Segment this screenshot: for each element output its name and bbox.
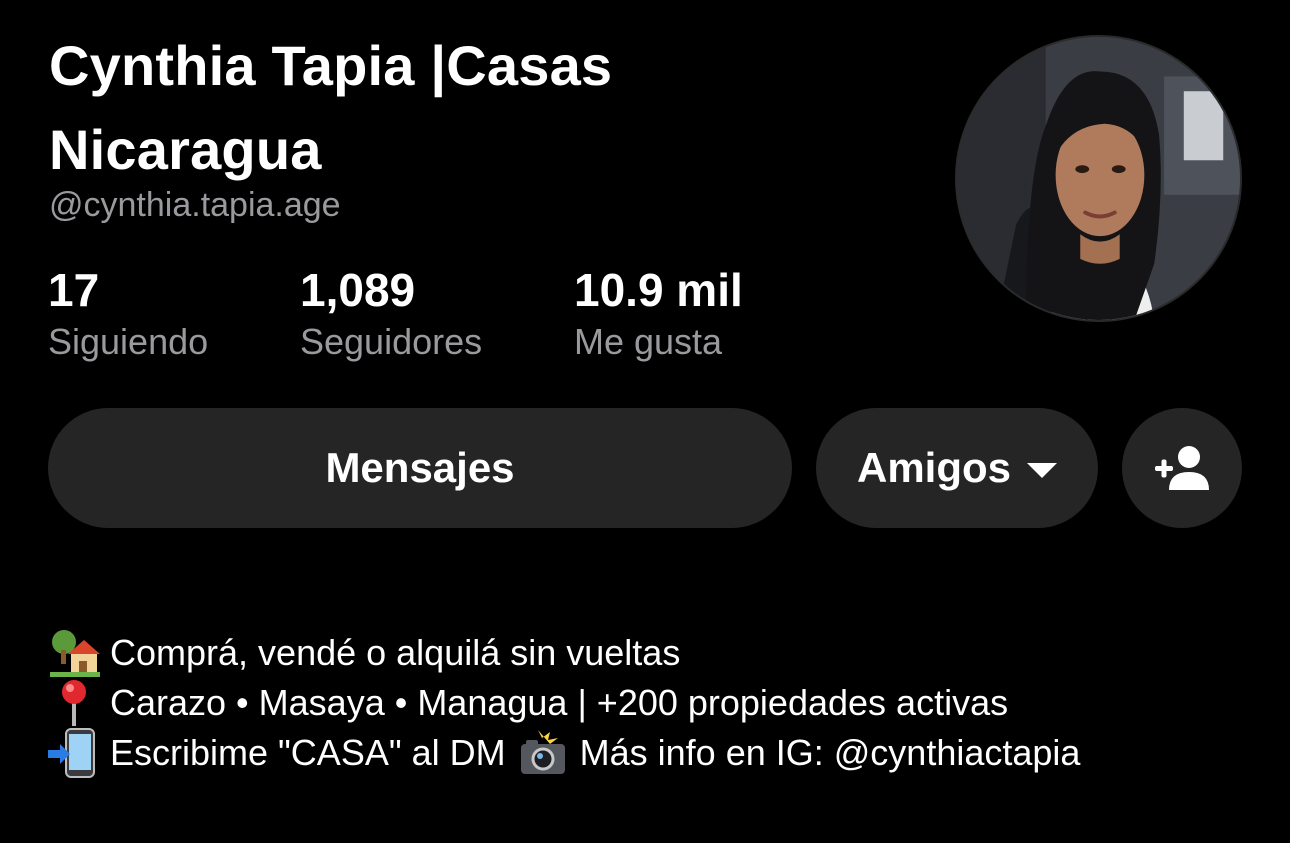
profile-bio: Comprá, vendé o alquilá sin vueltas Cara… (48, 628, 1080, 778)
add-person-icon (1155, 446, 1209, 490)
bio-line-1: Comprá, vendé o alquilá sin vueltas (48, 628, 1080, 678)
stat-likes[interactable]: 10.9 mil Me gusta (574, 262, 743, 364)
messages-button-label: Mensajes (325, 444, 515, 491)
profile-header: Cynthia Tapia |Casas Nicaragua @cynthia.… (0, 0, 1290, 843)
bio-line-3-text-before: Escribime "CASA" al DM (110, 732, 506, 773)
bio-line-1-text: Comprá, vendé o alquilá sin vueltas (110, 632, 681, 673)
profile-photo (957, 37, 1240, 320)
stat-likes-label: Me gusta (574, 321, 723, 362)
stat-followers-label: Seguidores (300, 321, 483, 362)
stat-following-label: Siguiendo (48, 321, 209, 362)
mobile-phone-with-arrow-icon (48, 728, 100, 778)
profile-username: @cynthia.tapia.age (49, 186, 341, 224)
stat-followers-value: 1,089 (300, 264, 416, 316)
bio-line-2-text: Carazo • Masaya • Managua | +200 propied… (110, 682, 1009, 723)
friends-dropdown-button[interactable]: Amigos (816, 408, 1098, 528)
stat-followers[interactable]: 1,089 Seguidores (300, 262, 482, 364)
house-with-garden-icon (48, 628, 100, 678)
bio-line-2: Carazo • Masaya • Managua | +200 propied… (48, 678, 1080, 728)
stat-following-value: 17 (48, 264, 100, 316)
stat-following[interactable]: 17 Siguiendo (48, 262, 208, 364)
caret-down-icon (1027, 462, 1057, 478)
friends-button-label: Amigos (856, 444, 1011, 491)
bio-line-3: Escribime "CASA" al DM Más info en IG: @… (48, 728, 1080, 778)
profile-display-name: Cynthia Tapia |Casas Nicaragua (49, 34, 613, 181)
avatar[interactable] (955, 35, 1242, 322)
messages-button[interactable]: Mensajes (48, 408, 792, 528)
stat-likes-value: 10.9 mil (574, 264, 743, 316)
camera-with-flash-icon (518, 728, 568, 778)
bio-line-3-text-after: Más info en IG: @cynthiactapia (579, 732, 1081, 773)
round-pushpin-icon (48, 678, 100, 728)
add-friend-button[interactable] (1122, 408, 1242, 528)
